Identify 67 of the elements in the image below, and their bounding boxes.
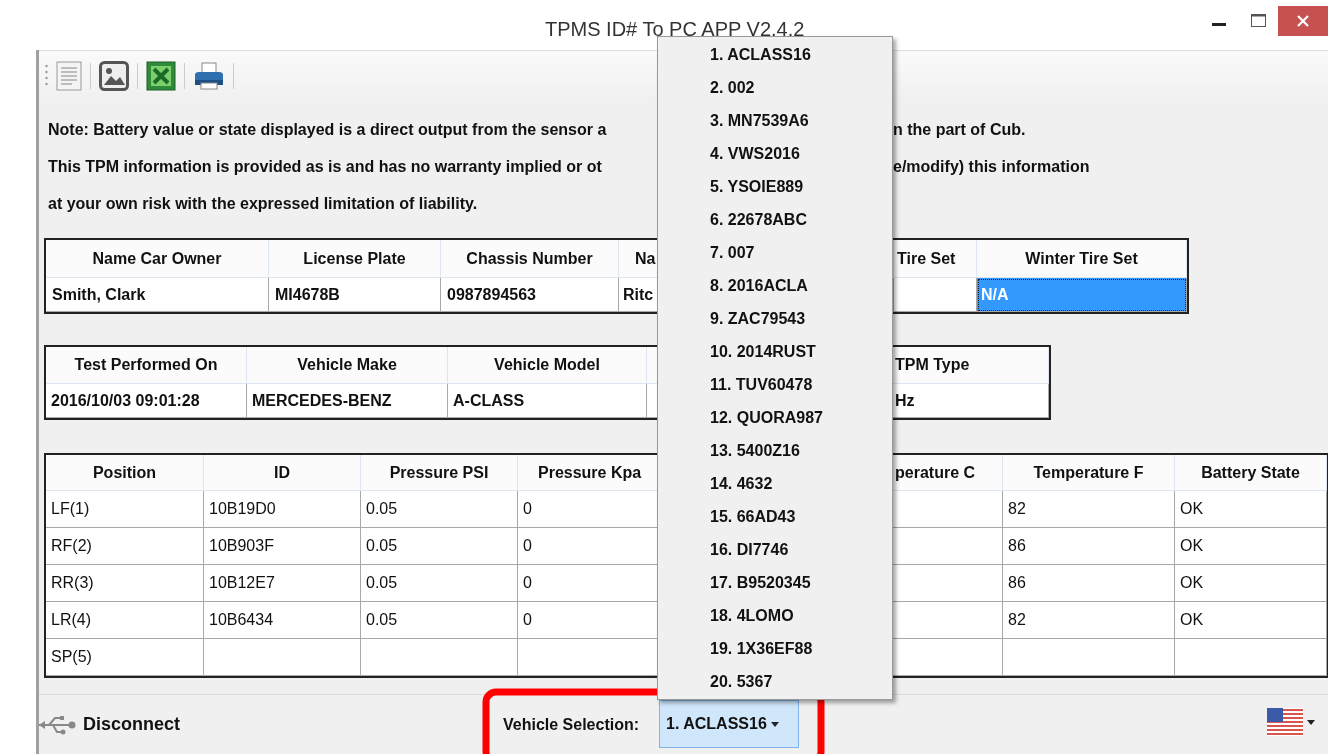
table-cell: OK [1175, 602, 1327, 639]
table-cell: MI4678B [269, 278, 441, 312]
column-header: Position [46, 455, 204, 491]
dropdown-option[interactable]: 4. VWS2016 [658, 137, 892, 170]
note-text: n the part of Cub. [893, 119, 1026, 140]
table-cell: N/A [977, 278, 1187, 312]
dropdown-option[interactable]: 5. YSOIE889 [658, 170, 892, 203]
minimize-icon[interactable] [1212, 23, 1226, 27]
spreadsheet-icon[interactable] [146, 60, 176, 91]
table-cell: RF(2) [46, 528, 204, 565]
note-text: at your own risk with the expressed limitation of liability. [48, 193, 478, 214]
table-cell: 0.05 [361, 602, 518, 639]
table-cell: 82 [1003, 602, 1175, 639]
maximize-icon[interactable] [1251, 14, 1266, 27]
dropdown-option[interactable]: 2. 002 [658, 71, 892, 104]
caret-icon [770, 721, 779, 727]
table-cell: 10B903F [204, 528, 361, 565]
column-header: Tire Set [894, 240, 977, 278]
note-text: This TPM information is provided as is and has no warranty implied or ot [48, 156, 602, 177]
column-header: Vehicle Make [247, 347, 448, 384]
table-cell: 0.05 [361, 528, 518, 565]
table-cell: OK [1175, 565, 1327, 602]
table-cell: OK [1175, 528, 1327, 565]
table-cell: OK [1175, 491, 1327, 528]
table-cell: MERCEDES-BENZ [247, 384, 448, 418]
disconnect-button[interactable]: Disconnect [83, 711, 181, 738]
table-cell: LF(1) [46, 491, 204, 528]
close-icon [1297, 15, 1309, 27]
dropdown-option[interactable]: 3. MN7539A6 [658, 104, 892, 137]
table-cell: 82 [1003, 491, 1175, 528]
table-cell: LR(4) [46, 602, 204, 639]
column-header: Vehicle Model [448, 347, 647, 384]
table-cell: 2016/10/03 09:01:28 [46, 384, 247, 418]
table-cell: 10B6434 [204, 602, 361, 639]
table-cell: 10B19D0 [204, 491, 361, 528]
note-text: Note: Battery value or state displayed is a direct output from the sensor a [48, 119, 607, 140]
column-header: Battery State [1175, 455, 1327, 491]
dropdown-option[interactable]: 20. 5367 [658, 665, 892, 698]
printer-icon[interactable] [193, 60, 225, 91]
table-cell: 10B12E7 [204, 565, 361, 602]
language-flag-dropdown[interactable] [1267, 708, 1315, 736]
usb-icon [37, 714, 77, 735]
column-header: License Plate [269, 240, 441, 278]
table-cell: RR(3) [46, 565, 204, 602]
vehicle-selection-dropdown[interactable]: 1. ACLASS16 [659, 700, 799, 748]
table-cell: 0.05 [361, 565, 518, 602]
column-header: Winter Tire Set [977, 240, 1187, 278]
dropdown-option[interactable]: 6. 22678ABC [658, 203, 892, 236]
close-button[interactable] [1278, 6, 1328, 36]
table-cell: SP(5) [46, 639, 204, 676]
table-cell: 86 [1003, 528, 1175, 565]
column-header: ID [204, 455, 361, 491]
vehicle-selection-label: Vehicle Selection: [503, 715, 640, 735]
table-cell: 0987894563 [441, 278, 619, 312]
table-cell: A-CLASS [448, 384, 647, 418]
caret-icon [1307, 719, 1315, 725]
picture-icon[interactable] [99, 60, 129, 91]
column-header: Test Performed On [46, 347, 247, 384]
table-cell: 0.05 [361, 491, 518, 528]
column-header: Temperature F [1003, 455, 1175, 491]
table-cell: 86 [1003, 565, 1175, 602]
column-header: Pressure PSI [361, 455, 518, 491]
flag-icon [1267, 708, 1303, 736]
table-cell: Smith, Clark [46, 278, 269, 312]
note-text: e/modify) this information [893, 156, 1090, 177]
column-header: Chassis Number [441, 240, 619, 278]
column-header: Name Car Owner [46, 240, 269, 278]
